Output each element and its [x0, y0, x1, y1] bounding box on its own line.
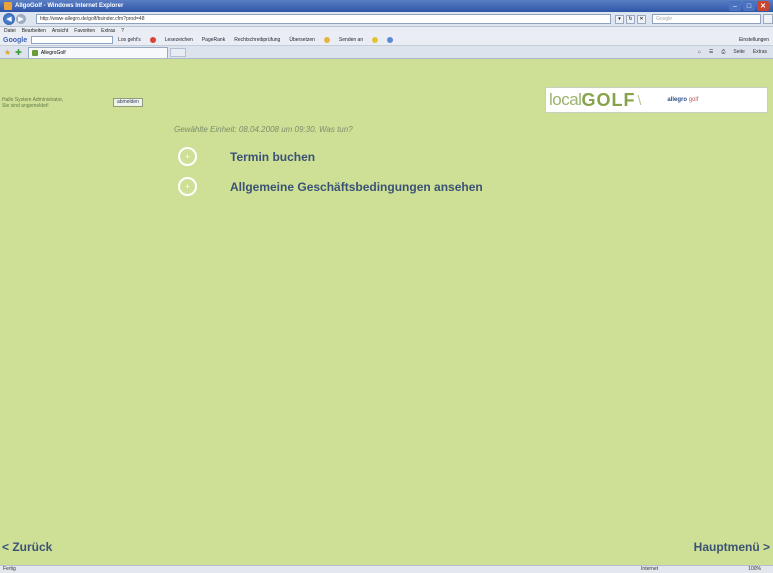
logo-swoosh-icon: \	[637, 92, 642, 108]
page-menu[interactable]: Seite	[733, 49, 744, 55]
option-book-appointment[interactable]: + Termin buchen	[178, 147, 315, 166]
content-area	[0, 89, 773, 565]
partner-logo: allegro golf	[667, 97, 698, 103]
selected-unit-text: Gewählte Einheit: 08.04.2008 um 09:30. W…	[174, 125, 353, 134]
spellcheck-button[interactable]: Rechtschreibprüfung	[234, 37, 280, 43]
google-toolbar: Google Los geht's Lesezeichen PageRank R…	[0, 35, 773, 46]
menu-bar: Datei Bearbeiten Ansicht Favoriten Extra…	[0, 27, 773, 35]
address-bar: ◀ ▶ http://www-allegro.de/golf/bsinder.c…	[0, 12, 773, 27]
minimize-button[interactable]: –	[729, 1, 741, 11]
ie-app-icon	[4, 2, 12, 10]
refresh-icon[interactable]: ↻	[625, 14, 635, 24]
menu-item-edit[interactable]: Bearbeiten	[22, 28, 46, 34]
stop-icon[interactable]: ✕	[636, 14, 646, 24]
back-link[interactable]: < Zurück	[2, 540, 52, 554]
smiley-icon[interactable]	[372, 37, 379, 43]
status-bar: Fertig Internet 100%	[0, 565, 773, 573]
search-input[interactable]: Google	[651, 14, 762, 24]
toolbar-globe-icon[interactable]	[387, 37, 394, 43]
translate-button[interactable]: Übersetzen	[289, 37, 315, 43]
logo-local-text: local	[549, 90, 582, 109]
menu-item-favorites[interactable]: Favoriten	[74, 28, 95, 34]
google-settings-button[interactable]: Einstellungen	[739, 37, 769, 43]
main-menu-link[interactable]: Hauptmenü >	[694, 540, 770, 554]
maximize-button[interactable]: □	[743, 1, 755, 11]
tab-allegrogolf[interactable]: AllegroGolf	[27, 46, 168, 58]
google-search-input[interactable]	[31, 36, 114, 44]
content-header-area	[0, 59, 773, 89]
status-text: Fertig	[3, 566, 16, 572]
logo-golf-text: GOLF	[581, 89, 636, 110]
google-icon[interactable]	[149, 37, 156, 43]
feeds-icon[interactable]: ☰	[709, 49, 713, 55]
url-input[interactable]: http://www-allegro.de/golf/bsinder.cfm?p…	[35, 14, 611, 24]
partner-logo-name: allegro	[667, 97, 688, 103]
localgolf-logo: local GOLF \ allegro golf	[545, 87, 768, 113]
home-icon[interactable]: ⌂	[698, 49, 701, 55]
menu-item-view[interactable]: Ansicht	[52, 28, 68, 34]
logout-button[interactable]: abmelden	[113, 98, 143, 107]
login-info: Hallo System Administrator, Sie sind ang…	[2, 97, 63, 109]
page-favicon	[31, 49, 38, 56]
highlight-icon[interactable]	[323, 37, 330, 43]
menu-item-tools[interactable]: Extras	[101, 28, 115, 34]
bookmarks-button[interactable]: Lesezeichen	[165, 37, 193, 43]
dropdown-icon[interactable]: ▾	[614, 14, 624, 24]
menu-item-help[interactable]: ?	[121, 28, 124, 34]
search-icon[interactable]	[763, 14, 773, 24]
new-tab-button[interactable]	[169, 47, 186, 57]
security-zone: Internet	[641, 566, 658, 572]
option-view-terms[interactable]: + Allgemeine Geschäftsbedingungen ansehe…	[178, 177, 483, 196]
option-label[interactable]: Termin buchen	[230, 150, 315, 164]
partner-logo-sub: golf	[688, 97, 699, 103]
plus-circle-icon[interactable]: +	[178, 177, 197, 196]
tools-menu[interactable]: Extras	[753, 49, 767, 55]
window-titlebar: AllgoGolf - Windows Internet Explorer – …	[0, 0, 773, 12]
favorites-star-icon[interactable]: ★	[4, 48, 11, 57]
option-label[interactable]: Allgemeine Geschäftsbedingungen ansehen	[230, 180, 483, 194]
google-go-button[interactable]: Los geht's	[118, 37, 141, 43]
window-title: AllgoGolf - Windows Internet Explorer	[15, 3, 124, 9]
close-button[interactable]: ✕	[757, 1, 769, 11]
tab-bar: ★ ✚ AllegroGolf ⌂ ☰ ⎙ Seite Extras	[0, 46, 773, 59]
back-arrow-icon[interactable]: ◀	[3, 13, 15, 25]
tab-label: AllegroGolf	[40, 49, 66, 56]
zoom-level[interactable]: 100%	[748, 566, 761, 573]
send-to-button[interactable]: Senden an	[339, 37, 363, 43]
forward-arrow-icon[interactable]: ▶	[15, 14, 26, 24]
google-logo: Google	[3, 36, 28, 44]
menu-item-file[interactable]: Datei	[4, 28, 16, 34]
add-favorites-icon[interactable]: ✚	[15, 48, 22, 57]
login-status: Sie sind angemeldet!	[2, 103, 49, 109]
pagerank-button[interactable]: PageRank	[202, 37, 225, 43]
print-icon[interactable]: ⎙	[721, 49, 725, 55]
plus-circle-icon[interactable]: +	[178, 147, 197, 166]
